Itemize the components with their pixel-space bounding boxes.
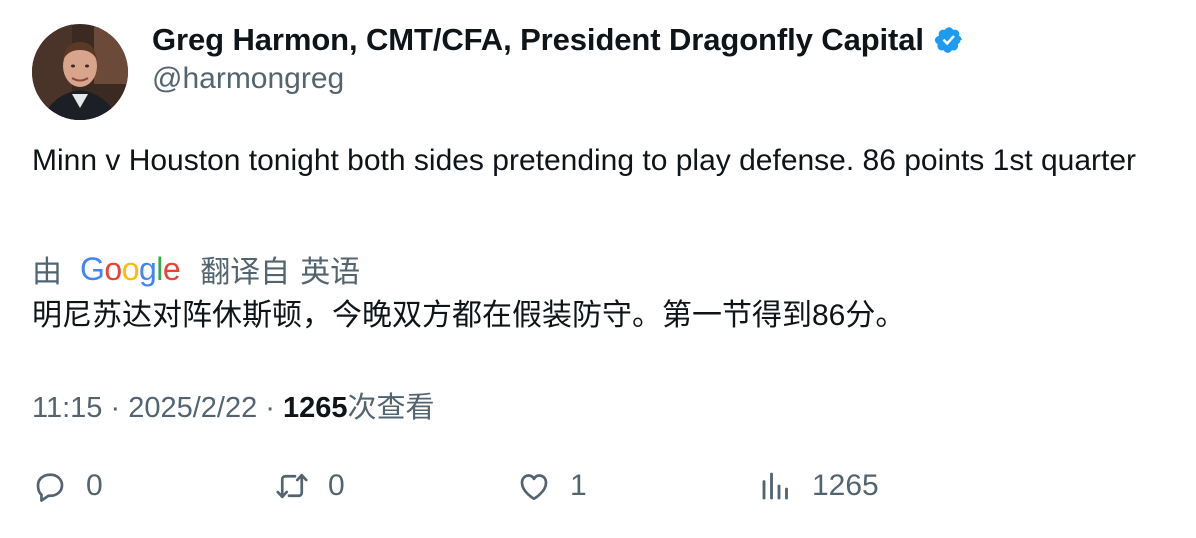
retweet-icon: [276, 473, 308, 499]
reply-button[interactable]: 0: [32, 468, 103, 504]
meta-separator: ·: [110, 392, 129, 424]
avatar-image: [32, 24, 128, 120]
translated-text: 明尼苏达对阵休斯顿，今晚双方都在假装防守。第一节得到86分。: [32, 299, 906, 332]
tweet-time[interactable]: 11:15: [32, 392, 102, 424]
google-logo: Google: [80, 250, 181, 287]
like-button[interactable]: 1: [516, 468, 587, 504]
tweet-text: Minn v Houston tonight both sides preten…: [32, 144, 1137, 177]
action-bar: 0 0 1 1265: [0, 468, 1196, 516]
like-icon: [520, 474, 548, 501]
reply-icon: [36, 473, 64, 502]
tweet-date[interactable]: 2025/2/22: [128, 392, 257, 424]
meta-separator: ·: [265, 392, 283, 424]
views-icon: [762, 472, 788, 500]
retweet-button[interactable]: 0: [274, 468, 345, 504]
views-action-count: 1265: [812, 469, 879, 502]
views-label: 次查看: [347, 392, 435, 424]
views-button[interactable]: 1265: [758, 468, 879, 504]
like-count: 1: [570, 469, 587, 502]
translated-from-label: 翻译自: [200, 256, 291, 289]
avatar[interactable]: [32, 24, 128, 120]
tweet-meta: 11:15 · 2025/2/22 · 1265次查看: [32, 384, 435, 426]
retweet-count: 0: [328, 469, 345, 502]
reply-count: 0: [86, 469, 103, 502]
verified-badge-icon[interactable]: [934, 25, 964, 55]
author-handle[interactable]: @harmongreg: [152, 62, 344, 96]
views-count: 1265: [283, 392, 348, 424]
author-name-row: Greg Harmon, CMT/CFA, President Dragonfl…: [152, 22, 964, 58]
translation-by-label: 由: [32, 256, 62, 289]
author-display-name[interactable]: Greg Harmon, CMT/CFA, President Dragonfl…: [152, 22, 924, 58]
source-language: 英语: [300, 256, 361, 289]
translation-attribution: 由 Google 翻译自 英语: [32, 247, 360, 291]
